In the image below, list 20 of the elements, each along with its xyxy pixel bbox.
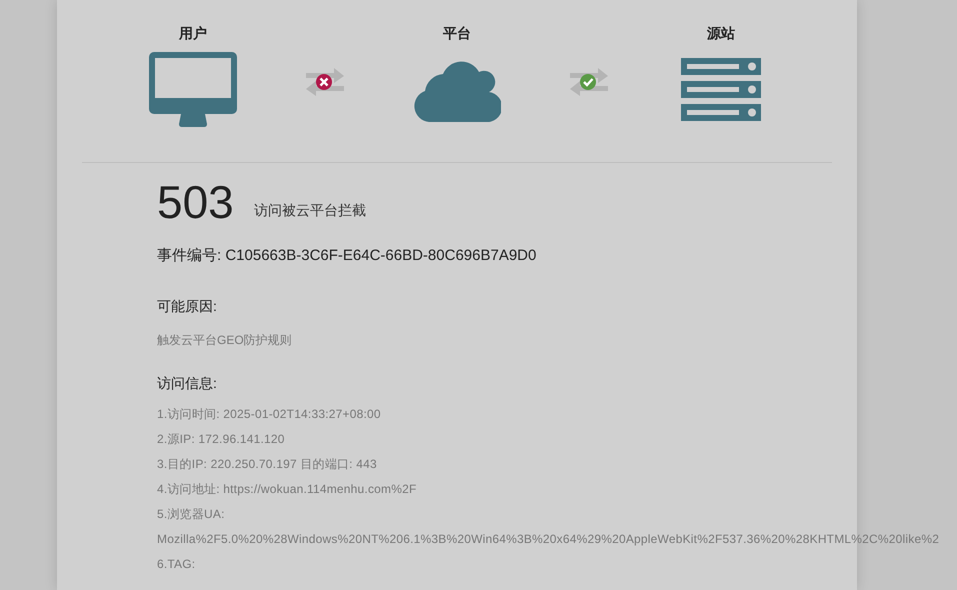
section-heading: 可能原因: xyxy=(157,296,218,316)
error-code: 503 xyxy=(157,177,234,227)
info-line: 3.目的IP: 220.250.70.197 目的端口: 443 xyxy=(157,456,377,472)
monitor-icon xyxy=(149,52,237,128)
blocked-exchange-icon xyxy=(304,66,346,98)
error-message: 访问被云平台拦截 xyxy=(254,201,366,220)
node-label: 用户 xyxy=(179,24,207,42)
info-line: 2.源IP: 172.96.141.120 xyxy=(157,430,285,448)
server-icon xyxy=(681,58,761,122)
section-heading: 访问信息: xyxy=(157,374,218,392)
event-id: 事件编号: C105663B-3C6F-E64C-66BD-80C696B7A9D0 xyxy=(157,246,538,266)
info-line: 5.浏览器UA: xyxy=(157,506,225,522)
info-line: 4.访问地址: https://wokuan.114menhu.com%2F xyxy=(157,480,416,498)
reason-text: 触发云平台GEO防护规则 xyxy=(157,332,293,348)
node-label: 平台 xyxy=(443,24,471,42)
info-line: Mozilla%2F5.0%20%28Windows%20NT%206.1%3B%20Win64%3B%20x64%29%20AppleWebKit%2F537.36%20%28KHTML%2C%20like%2 xyxy=(157,530,940,548)
info-line: 1.访问时间: 2025-01-02T14:33:27+08:00 xyxy=(157,406,381,422)
node-label: 源站 xyxy=(707,24,735,42)
ok-exchange-icon xyxy=(568,66,610,98)
info-line: 6.TAG: xyxy=(157,556,196,572)
